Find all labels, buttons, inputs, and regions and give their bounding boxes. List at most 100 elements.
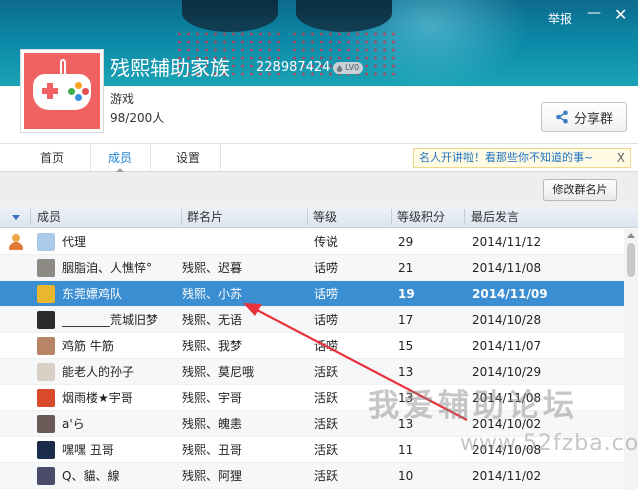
member-name: Q、貓、線 bbox=[62, 469, 120, 483]
notice-banner-link[interactable]: 名人开讲啦！看那些你不知道的事~ X bbox=[413, 148, 631, 168]
member-last-speak: 2014/11/08 bbox=[472, 261, 542, 275]
tab-settings[interactable]: 设置 bbox=[160, 144, 216, 172]
column-header-last-speak[interactable]: 最后发言 bbox=[471, 206, 519, 228]
member-card: 残熙、丑哥 bbox=[182, 443, 243, 457]
member-level: 话唠 bbox=[314, 313, 339, 327]
member-points: 15 bbox=[398, 339, 414, 353]
member-last-speak: 2014/11/08 bbox=[472, 391, 542, 405]
member-last-speak: 2014/11/07 bbox=[472, 339, 542, 353]
member-last-speak: 2014/10/08 bbox=[472, 443, 542, 457]
report-link[interactable]: 举报 bbox=[548, 10, 572, 27]
member-level: 活跃 bbox=[314, 443, 339, 457]
member-row[interactable]: a'ら 残熙、魄恚 活跃 13 2014/10/02 bbox=[0, 411, 624, 437]
member-last-speak: 2014/10/29 bbox=[472, 365, 542, 379]
member-level: 活跃 bbox=[314, 365, 339, 379]
column-header-member[interactable]: 成员 bbox=[37, 206, 61, 228]
member-level: 活跃 bbox=[314, 417, 339, 431]
level-badge-icon: LV0 bbox=[333, 62, 364, 74]
umbrella-left-image bbox=[182, 0, 278, 32]
member-name: 胭脂洎、人憔悴° bbox=[62, 261, 153, 275]
member-name: 东莞嫖鸡队 bbox=[62, 287, 123, 301]
member-name: a'ら bbox=[62, 417, 85, 431]
owner-icon bbox=[8, 234, 23, 250]
scroll-thumb[interactable] bbox=[627, 243, 635, 277]
member-card: 残熙、迟暮 bbox=[182, 261, 243, 275]
member-row[interactable]: 烟雨楼★宇哥 残熙、宇哥 活跃 13 2014/11/08 bbox=[0, 385, 624, 411]
gamepad-icon bbox=[24, 53, 100, 129]
table-header: 成员 群名片 等级 等级积分 最后发言 bbox=[0, 206, 638, 228]
member-points: 11 bbox=[398, 443, 414, 457]
member-avatar[interactable] bbox=[37, 259, 55, 277]
member-row[interactable]: 能老人的孙子 残熙、莫尼哦 活跃 13 2014/10/29 bbox=[0, 359, 624, 385]
member-points: 19 bbox=[398, 287, 415, 301]
member-list: 代理 传说 29 2014/11/12 胭脂洎、人憔悴° 残熙、迟暮 话唠 21 2014/11… bbox=[0, 229, 624, 489]
members-toolbar: 修改群名片 bbox=[0, 172, 638, 206]
member-row[interactable]: 东莞嫖鸡队 残熙、小苏 话唠 19 2014/11/09 bbox=[0, 281, 624, 307]
member-points: 13 bbox=[398, 391, 414, 405]
member-points: 17 bbox=[398, 313, 414, 327]
member-card: 残熙、宇哥 bbox=[182, 391, 243, 405]
group-category: 游戏 bbox=[110, 92, 135, 106]
tab-bar: 首页 成员 设置 名人开讲啦！看那些你不知道的事~ X bbox=[0, 143, 638, 173]
sort-arrow-icon[interactable] bbox=[12, 215, 20, 220]
member-level: 活跃 bbox=[314, 469, 339, 483]
member-row[interactable]: 代理 传说 29 2014/11/12 bbox=[0, 229, 624, 255]
member-last-speak: 2014/11/02 bbox=[472, 469, 542, 483]
minimize-button[interactable]: — bbox=[587, 6, 601, 20]
close-window-button[interactable]: ✕ bbox=[614, 7, 627, 23]
member-points: 13 bbox=[398, 417, 414, 431]
member-name: 代理 bbox=[62, 235, 87, 249]
member-avatar[interactable] bbox=[37, 363, 55, 381]
notice-close-button[interactable]: X bbox=[617, 149, 625, 167]
member-avatar[interactable] bbox=[37, 285, 55, 303]
scroll-up-icon[interactable] bbox=[627, 233, 635, 238]
column-header-points[interactable]: 等级积分 bbox=[397, 206, 445, 228]
member-last-speak: 2014/11/09 bbox=[472, 287, 548, 301]
member-level: 活跃 bbox=[314, 391, 339, 405]
tab-members[interactable]: 成员 bbox=[92, 144, 148, 173]
share-group-button[interactable]: 分享群 bbox=[541, 102, 627, 132]
member-row[interactable]: 胭脂洎、人憔悴° 残熙、迟暮 话唠 21 2014/11/08 bbox=[0, 255, 624, 281]
member-row[interactable]: 嘿嘿 丑哥 残熙、丑哥 活跃 11 2014/10/08 bbox=[0, 437, 624, 463]
tab-divider bbox=[150, 144, 151, 172]
member-card: 残熙、我梦 bbox=[182, 339, 243, 353]
member-card: 残熙、魄恚 bbox=[182, 417, 243, 431]
edit-group-card-button[interactable]: 修改群名片 bbox=[543, 179, 617, 201]
member-level: 话唠 bbox=[314, 287, 339, 301]
member-avatar[interactable] bbox=[37, 389, 55, 407]
scrollbar[interactable] bbox=[624, 229, 638, 490]
drop-icon bbox=[336, 64, 343, 72]
member-name: 嘿嘿 丑哥 bbox=[62, 443, 114, 457]
member-avatar[interactable] bbox=[37, 467, 55, 485]
level-badge-label: LV0 bbox=[345, 63, 360, 72]
tab-divider bbox=[90, 144, 91, 172]
tab-home[interactable]: 首页 bbox=[24, 144, 80, 172]
member-row[interactable]: Q、貓、線 残熙、阿狸 活跃 10 2014/11/02 bbox=[0, 463, 624, 489]
share-group-label: 分享群 bbox=[573, 111, 613, 127]
column-header-level[interactable]: 等级 bbox=[313, 206, 337, 228]
member-level: 话唠 bbox=[314, 339, 339, 353]
share-icon bbox=[555, 110, 569, 124]
member-name: 鸡筋 牛筋 bbox=[62, 339, 114, 353]
notice-text: 名人开讲啦！看那些你不知道的事~ bbox=[419, 151, 594, 164]
member-points: 29 bbox=[398, 235, 414, 249]
column-header-card[interactable]: 群名片 bbox=[187, 206, 223, 228]
group-id: 228987424 bbox=[256, 60, 331, 75]
member-last-speak: 2014/10/02 bbox=[472, 417, 542, 431]
member-avatar[interactable] bbox=[37, 337, 55, 355]
member-avatar[interactable] bbox=[37, 311, 55, 329]
member-name: ________荒城旧梦 bbox=[62, 313, 159, 327]
member-avatar[interactable] bbox=[37, 233, 55, 251]
member-card: 残熙、小苏 bbox=[182, 287, 243, 301]
group-avatar[interactable] bbox=[20, 49, 104, 133]
member-level: 传说 bbox=[314, 235, 339, 249]
member-row[interactable]: 鸡筋 牛筋 残熙、我梦 话唠 15 2014/11/07 bbox=[0, 333, 624, 359]
member-card: 残熙、阿狸 bbox=[182, 469, 243, 483]
member-points: 13 bbox=[398, 365, 414, 379]
member-avatar[interactable] bbox=[37, 441, 55, 459]
member-level: 话唠 bbox=[314, 261, 339, 275]
tab-divider bbox=[220, 144, 221, 172]
member-avatar[interactable] bbox=[37, 415, 55, 433]
member-row[interactable]: ________荒城旧梦 残熙、无语 话唠 17 2014/10/28 bbox=[0, 307, 624, 333]
member-card: 残熙、莫尼哦 bbox=[182, 365, 255, 379]
